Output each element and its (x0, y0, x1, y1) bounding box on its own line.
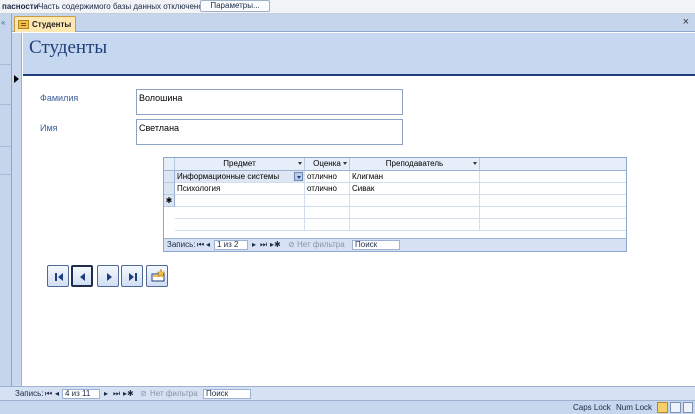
form-view-icon[interactable] (657, 402, 668, 413)
column-header-subject[interactable]: Предмет (175, 158, 305, 171)
app-status-bar: Caps Lock Num Lock (0, 400, 695, 414)
empty-cell (305, 207, 350, 219)
grades-subform[interactable]: Предмет Оценка Преподаватель Информацион… (163, 157, 627, 252)
message-bar: пасности Часть содержимого базы данных о… (0, 0, 695, 14)
table-cell[interactable]: отлично (305, 183, 350, 195)
table-cell[interactable] (305, 195, 350, 207)
table-cell (480, 171, 626, 183)
record-label: Запись: (167, 240, 196, 249)
filter-status[interactable]: Нет фильтра (297, 240, 345, 250)
form-header: Студенты (23, 33, 695, 76)
record-selector[interactable] (12, 33, 22, 386)
cell-value: Информационные системы (177, 172, 280, 181)
page-title: Студенты (29, 37, 108, 58)
record-number-input[interactable]: 4 из 11 (62, 389, 100, 399)
filter-status[interactable]: Нет фильтра (150, 389, 198, 399)
filter-icon: ⊘ (288, 240, 295, 249)
filter-icon: ⊘ (140, 389, 147, 398)
close-icon[interactable]: × (683, 16, 689, 28)
row-selector[interactable] (164, 171, 175, 183)
first-record-icon[interactable]: ⏮ (45, 389, 52, 399)
surname-label: Фамилия (40, 93, 79, 103)
last-record-button[interactable] (121, 265, 143, 287)
form-navigation-bar: Запись: ⏮ ◂ 4 из 11 ▸ ⏭ ▸✱ ⊘ Нет фильтра… (0, 386, 695, 400)
previous-record-button[interactable] (71, 265, 93, 287)
new-record-icon[interactable]: ✱ (164, 195, 175, 207)
table-cell (480, 183, 626, 195)
record-label: Запись: (15, 389, 44, 398)
design-view-icon[interactable] (683, 402, 693, 413)
record-number-input[interactable]: 1 из 2 (214, 240, 248, 250)
options-button[interactable]: Параметры... (200, 0, 270, 12)
next-record-icon[interactable]: ▸ (252, 240, 256, 250)
select-all-corner[interactable] (164, 158, 175, 171)
search-input[interactable]: Поиск (352, 240, 400, 250)
chevron-down-icon[interactable] (473, 162, 477, 165)
subform-navigation-bar: Запись: ⏮ ◂ 1 из 2 ▸ ⏭ ▸✱ ⊘ Нет фильтра … (164, 238, 626, 251)
tab-students[interactable]: Студенты (14, 16, 76, 32)
last-record-icon[interactable]: ⏭ (113, 389, 120, 399)
new-record-nav-icon[interactable]: ▸✱ (123, 389, 134, 399)
new-record-button[interactable] (146, 265, 168, 287)
navigation-pane[interactable]: « (0, 14, 12, 386)
empty-cell (350, 207, 480, 219)
tab-label: Студенты (32, 20, 72, 29)
form-icon (18, 20, 29, 29)
search-input[interactable]: Поиск (203, 389, 251, 399)
table-cell[interactable] (350, 195, 480, 207)
current-record-icon (14, 75, 19, 83)
datasheet-grid: Предмет Оценка Преподаватель Информацион… (164, 158, 626, 238)
chevron-down-icon[interactable] (294, 172, 303, 181)
table-cell (480, 195, 626, 207)
empty-cell (175, 207, 305, 219)
empty-cell (175, 219, 305, 231)
column-header-teacher[interactable]: Преподаватель (350, 158, 480, 171)
first-record-button[interactable] (47, 265, 69, 287)
row-selector[interactable] (164, 183, 175, 195)
column-header-label: Оценка (313, 159, 341, 168)
message-bar-text: Часть содержимого базы данных отключено (38, 2, 203, 11)
pane-divider (0, 104, 11, 105)
prev-record-icon[interactable]: ◂ (206, 240, 210, 250)
next-record-button[interactable] (97, 265, 119, 287)
pane-divider (0, 64, 11, 65)
name-field[interactable]: Светлана (136, 119, 403, 145)
table-cell[interactable] (175, 195, 305, 207)
table-cell[interactable]: Клигман (350, 171, 480, 183)
first-record-icon (55, 273, 63, 281)
empty-cell (305, 219, 350, 231)
name-label: Имя (40, 123, 58, 133)
new-record-icon (151, 268, 166, 282)
new-record-nav-icon[interactable]: ▸✱ (270, 240, 281, 250)
security-warning-label: пасности (2, 2, 39, 11)
prev-record-icon[interactable]: ◂ (55, 389, 59, 399)
table-cell[interactable]: Психология (175, 183, 305, 195)
last-record-icon[interactable]: ⏭ (260, 240, 267, 250)
next-record-icon[interactable]: ▸ (104, 389, 108, 399)
previous-record-icon (80, 273, 85, 281)
table-cell[interactable]: Информационные системы (175, 171, 305, 183)
num-lock-indicator: Num Lock (616, 403, 653, 412)
document-tab-bar: Студенты × (12, 14, 695, 32)
empty-cell (480, 219, 626, 231)
collapse-arrow-icon[interactable]: « (1, 18, 5, 27)
chevron-down-icon[interactable] (298, 162, 302, 165)
pane-divider (0, 146, 11, 147)
caps-lock-indicator: Caps Lock (573, 403, 611, 412)
column-header-empty (480, 158, 626, 171)
column-header-label: Преподаватель (385, 159, 444, 168)
column-header-grade[interactable]: Оценка (305, 158, 350, 171)
last-record-icon (129, 273, 137, 281)
datasheet-view-icon[interactable] (670, 402, 681, 413)
table-cell[interactable]: отлично (305, 171, 350, 183)
surname-field[interactable]: Волошина (136, 89, 403, 115)
chevron-down-icon[interactable] (343, 162, 347, 165)
table-cell[interactable]: Сивак (350, 183, 480, 195)
empty-cell (480, 207, 626, 219)
pane-divider (0, 174, 11, 175)
column-header-label: Предмет (223, 159, 256, 168)
first-record-icon[interactable]: ⏮ (197, 240, 204, 250)
empty-cell (350, 219, 480, 231)
next-record-icon (107, 273, 112, 281)
